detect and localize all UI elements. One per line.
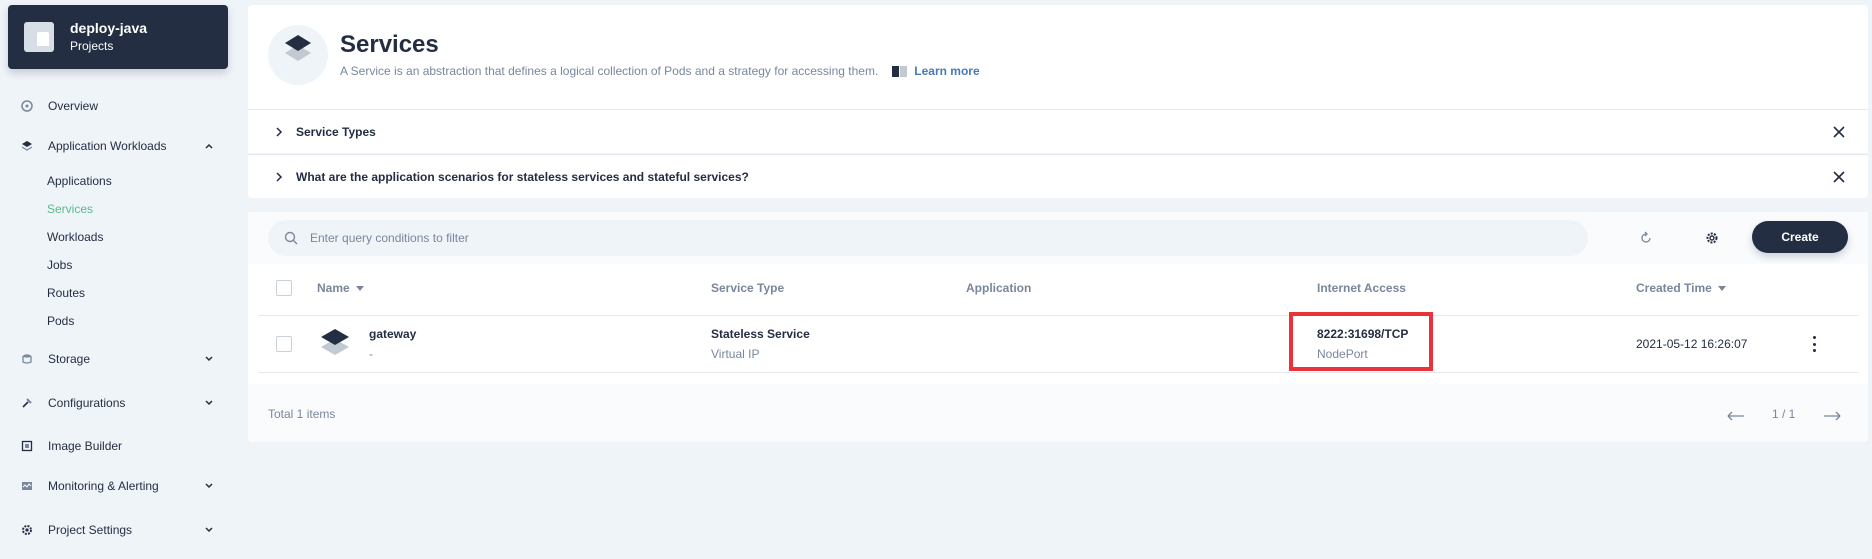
chevron-down-icon[interactable] [203,524,215,536]
column-header-name[interactable]: Name [317,281,364,295]
sidebar-item-applications[interactable]: Applications [47,171,112,191]
column-label: Created Time [1636,281,1712,295]
select-all-checkbox[interactable] [276,280,292,296]
layers-icon [20,139,34,153]
service-type-value: Stateless Service [711,327,810,341]
arrow-left-icon[interactable] [1726,411,1746,421]
sort-caret-icon [1717,285,1726,291]
services-logo-icon [268,25,328,85]
sidebar-item-label: Application Workloads [48,139,167,153]
gear-icon [1706,232,1718,244]
sidebar-item-label: Storage [48,352,91,366]
column-label: Internet Access [1317,281,1406,295]
chevron-down-icon[interactable] [203,353,215,365]
sidebar-item-project-settings[interactable]: Project Settings [20,518,215,542]
highlight-annotation [1289,312,1433,371]
refresh-icon [1641,231,1651,243]
sidebar-item-configurations[interactable]: Configurations [20,391,215,415]
sidebar-item-services[interactable]: Services [47,199,93,219]
create-button[interactable]: Create [1752,221,1848,253]
table-toolbar: Create [248,212,1868,264]
page-header: Services A Service is an abstraction tha… [248,5,1868,109]
gear-icon [20,523,34,537]
sidebar-item-storage[interactable]: Storage [20,347,215,371]
project-icon [24,22,54,52]
project-subtitle: Projects [70,39,114,53]
column-header-internet-access: Internet Access [1317,281,1406,295]
page-title: Services [340,31,439,58]
service-name-link[interactable]: gateway [369,326,416,342]
sidebar-item-label: Overview [48,99,99,113]
more-actions-icon[interactable] [1812,336,1816,352]
collapsible-app-scenarios[interactable]: What are the application scenarios for s… [248,154,1868,198]
column-header-application: Application [966,281,1031,295]
sidebar-item-overview[interactable]: Overview [20,94,215,118]
column-header-service-type: Service Type [711,281,784,295]
sort-caret-icon [355,285,364,291]
services-table-card: Create Name Service Type Application Int… [248,212,1868,442]
description-text: A Service is an abstraction that defines… [340,64,879,78]
collapsible-service-types[interactable]: Service Types [248,109,1868,153]
project-name: deploy-java [70,20,148,36]
column-label: Service Type [711,281,785,295]
arrow-right-icon[interactable] [1822,411,1842,421]
divider [258,372,1858,373]
name-cell: gateway - [369,326,416,362]
chevron-right-icon [276,171,283,182]
sidebar-item-pods[interactable]: Pods [47,311,74,331]
sidebar-item-routes[interactable]: Routes [47,283,85,303]
sidebar-item-image-builder[interactable]: Image Builder [20,434,215,458]
table-footer: Total 1 items 1 / 1 [248,384,1868,442]
dashboard-icon [20,99,34,113]
chevron-up-icon[interactable] [203,140,215,152]
project-selector[interactable]: deploy-java Projects [8,5,228,69]
sidebar-item-monitoring[interactable]: Monitoring & Alerting [20,474,215,498]
service-type-sub: Virtual IP [711,347,760,361]
search-bar[interactable] [268,220,1588,256]
service-icon [321,329,349,355]
sidebar-item-label: Monitoring & Alerting [48,479,159,493]
settings-button[interactable] [1702,228,1722,248]
divider [258,315,1858,316]
book-icon [892,65,908,77]
sidebar-item-workloads[interactable]: Workloads [47,227,103,247]
monitor-icon [20,479,34,493]
chevron-right-icon [276,126,283,137]
image-icon [20,439,34,453]
database-icon [20,352,34,366]
sidebar-item-label: Configurations [48,396,126,410]
chevron-down-icon[interactable] [203,480,215,492]
close-icon[interactable] [1832,125,1846,139]
total-count: Total 1 items [268,407,336,421]
column-label: Name [317,281,350,295]
service-alias: - [369,347,373,361]
chevron-down-icon[interactable] [203,397,215,409]
column-label: Application [966,281,1032,295]
column-header-created-time[interactable]: Created Time [1636,281,1726,295]
learn-more-link[interactable]: Learn more [914,64,979,78]
close-icon[interactable] [1832,170,1846,184]
sidebar-item-label: Project Settings [48,523,133,537]
sidebar-item-label: Image Builder [48,439,123,453]
wrench-icon [20,396,34,410]
page-indicator: 1 / 1 [1772,407,1796,421]
refresh-button[interactable] [1636,228,1656,248]
created-time-cell: 2021-05-12 16:26:07 [1636,337,1748,351]
sidebar-item-application-workloads[interactable]: Application Workloads [20,134,215,158]
row-checkbox[interactable] [276,336,292,352]
collapsible-label: Service Types [296,124,376,139]
collapsible-label: What are the application scenarios for s… [296,169,749,184]
search-input[interactable] [310,231,1510,245]
page-description: A Service is an abstraction that defines… [340,64,980,78]
service-type-cell: Stateless Service Virtual IP [711,326,810,362]
search-icon [284,231,298,245]
sidebar: deploy-java Projects Overview Applicatio… [0,0,240,559]
sidebar-item-jobs[interactable]: Jobs [47,255,72,275]
